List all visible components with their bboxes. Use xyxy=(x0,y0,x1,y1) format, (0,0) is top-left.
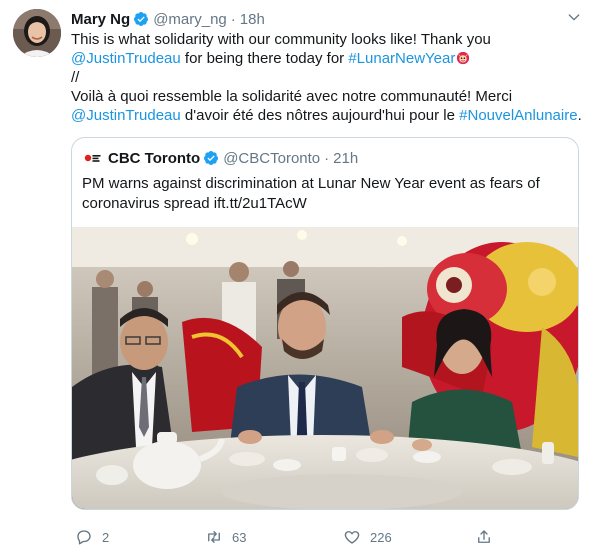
tweet-line-1: This is what solidarity with our communi… xyxy=(71,31,491,48)
tweet[interactable]: Mary Ng @mary_ng · 18h This is what soli… xyxy=(0,0,590,553)
avatar-image xyxy=(13,9,61,57)
quoted-header-separator: · xyxy=(324,149,330,167)
tweet-line-3: // xyxy=(71,69,80,86)
tweet-line-2-text: for being there today for xyxy=(180,50,349,67)
quoted-tweet[interactable]: CBC Toronto @CBCToronto · 21h PM warns a… xyxy=(71,137,579,510)
tweet-line-5-text: d'avoir été des nôtres aujourd'hui pour … xyxy=(180,107,460,124)
cbc-logo-icon xyxy=(82,151,102,165)
like-count: 226 xyxy=(370,529,392,545)
reply-icon xyxy=(77,530,91,545)
mention-justintrudeau[interactable]: @JustinTrudeau xyxy=(71,50,181,67)
tweet-line-5-end: . xyxy=(577,107,582,124)
share-icon xyxy=(478,530,490,543)
header-separator: · xyxy=(230,10,236,28)
event-photo[interactable] xyxy=(72,227,578,509)
chevron-down-icon[interactable] xyxy=(566,9,582,25)
quoted-author-handle[interactable]: @CBCToronto xyxy=(223,150,320,167)
tweet-timestamp[interactable]: 18h xyxy=(240,11,265,28)
author-handle[interactable]: @mary_ng xyxy=(153,11,227,28)
tweet-line-5: @JustinTrudeau d'avoir été des nôtres au… xyxy=(71,106,582,125)
tweet-actions: 2 63 226 xyxy=(71,527,511,547)
tweet-line-4: Voilà à quoi ressemble la solidarité ave… xyxy=(71,88,513,105)
author-name[interactable]: Mary Ng xyxy=(71,11,130,28)
reply-button[interactable]: 2 xyxy=(75,527,109,547)
mention-justintrudeau-fr[interactable]: @JustinTrudeau xyxy=(71,107,181,124)
quoted-author-name[interactable]: CBC Toronto xyxy=(108,150,200,167)
verified-badge-icon xyxy=(134,12,149,26)
tweet-line-2: @JustinTrudeau for being there today for… xyxy=(71,49,581,68)
like-button[interactable]: 226 xyxy=(343,527,392,547)
quoted-line-1: PM warns against discrimination at Lunar… xyxy=(82,175,540,192)
quoted-tweet-text: PM warns against discrimination at Lunar… xyxy=(82,174,570,214)
quoted-tweet-header: CBC Toronto @CBCToronto · 21h xyxy=(82,148,358,168)
retweet-icon xyxy=(208,531,220,543)
retweet-count: 63 xyxy=(232,529,247,545)
tweet-header: Mary Ng @mary_ng · 18h xyxy=(71,9,571,29)
quoted-verified-badge-icon xyxy=(204,151,219,165)
heart-icon xyxy=(344,531,360,544)
avatar[interactable] xyxy=(13,9,61,57)
lion-dance-emoji-icon xyxy=(457,51,470,65)
share-button[interactable] xyxy=(475,527,502,547)
hashtag-lunarnewyear[interactable]: #LunarNewYear xyxy=(348,50,455,67)
reply-count: 2 xyxy=(102,529,110,545)
quoted-timestamp[interactable]: 21h xyxy=(333,150,358,167)
tweet-text: This is what solidarity with our communi… xyxy=(71,30,582,125)
hashtag-nouvelanlunaire[interactable]: #NouvelAnlunaire xyxy=(459,107,577,124)
retweet-button[interactable]: 63 xyxy=(205,527,246,547)
quoted-line-2: coronavirus spread ift.tt/2u1TAcW xyxy=(82,195,307,212)
